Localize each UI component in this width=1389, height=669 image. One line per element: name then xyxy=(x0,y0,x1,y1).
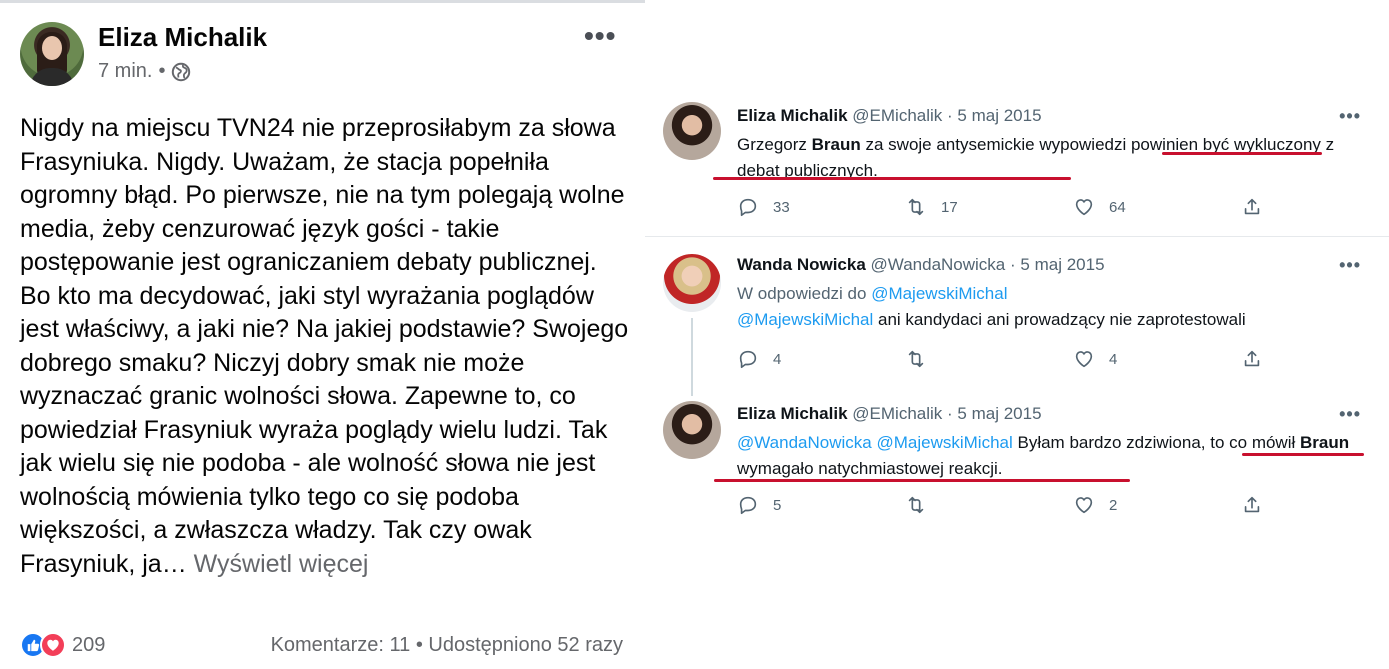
avatar[interactable] xyxy=(663,401,721,459)
post-stats: Komentarze: 11 • Udostępniono 52 razy xyxy=(271,634,623,657)
tweet-date[interactable]: 5 maj 2015 xyxy=(1020,255,1104,274)
tweet-header: Eliza Michalik @EMichalik · 5 maj 2015 xyxy=(737,404,1042,424)
heart-icon xyxy=(40,632,66,658)
tweet[interactable]: Wanda Nowicka @WandaNowicka · 5 maj 2015… xyxy=(645,237,1389,387)
reply-icon xyxy=(739,496,757,515)
like-button[interactable]: 4 xyxy=(1073,348,1117,370)
tweet-date[interactable]: 5 maj 2015 xyxy=(957,106,1041,125)
tweet-date[interactable]: 5 maj 2015 xyxy=(957,404,1041,423)
retweet-button[interactable]: 17 xyxy=(905,196,958,218)
shares-count[interactable]: Udostępniono 52 razy xyxy=(428,634,623,656)
tweet[interactable]: Eliza Michalik @EMichalik · 5 maj 2015 •… xyxy=(645,387,1389,537)
heart-outline-icon xyxy=(1075,199,1093,216)
display-name[interactable]: Eliza Michalik xyxy=(737,404,848,423)
handle[interactable]: @EMichalik xyxy=(852,106,942,125)
tweet-text-rest: ani kandydaci ani prowadzący nie zaprote… xyxy=(873,310,1246,329)
heart-outline-icon xyxy=(1075,497,1093,514)
facebook-post: Eliza Michalik 7 min. • ••• Nigdy na mie… xyxy=(0,0,645,669)
retweet-button[interactable] xyxy=(905,494,927,516)
more-horizontal-icon[interactable]: ••• xyxy=(1339,404,1361,425)
see-more-link[interactable]: Wyświetl więcej xyxy=(194,550,369,578)
heart-outline-icon xyxy=(1075,351,1093,368)
like-button[interactable]: 2 xyxy=(1073,494,1117,516)
tweet-header: Eliza Michalik @EMichalik · 5 maj 2015 xyxy=(737,106,1042,126)
twitter-thread: Eliza Michalik @EMichalik · 5 maj 2015 •… xyxy=(645,0,1389,669)
mention-link[interactable]: @WandaNowicka xyxy=(737,433,872,452)
mention-link[interactable]: @MajewskiMichal xyxy=(876,433,1012,452)
display-name[interactable]: Eliza Michalik xyxy=(737,106,848,125)
globe-icon[interactable] xyxy=(171,62,191,82)
dot-separator: · xyxy=(947,106,953,125)
reply-count: 4 xyxy=(773,350,782,368)
post-time[interactable]: 7 min. xyxy=(98,60,152,83)
tweet-text-bold: Braun xyxy=(1300,433,1350,452)
reply-button[interactable]: 5 xyxy=(737,494,781,516)
share-button[interactable] xyxy=(1241,196,1263,218)
reactions-count: 209 xyxy=(72,633,106,656)
tweet-actions: 33 17 64 xyxy=(737,196,1277,222)
tweet-text: W odpowiedzi do @MajewskiMichal @Majewsk… xyxy=(737,281,1367,333)
tweet-text: @WandaNowicka @MajewskiMichal Byłam bard… xyxy=(737,430,1367,482)
retweet-icon xyxy=(908,198,924,216)
tweet-header: Wanda Nowicka @WandaNowicka · 5 maj 2015 xyxy=(737,255,1105,275)
dot-separator: · xyxy=(947,404,953,423)
more-horizontal-icon[interactable]: ••• xyxy=(584,20,616,52)
retweet-icon xyxy=(908,350,924,368)
tweet-actions: 5 2 xyxy=(737,494,1277,520)
reply-to-handle[interactable]: @MajewskiMichal xyxy=(871,284,1007,303)
comments-count[interactable]: Komentarze: 11 xyxy=(271,634,411,656)
red-underline xyxy=(1162,152,1322,155)
share-icon xyxy=(1244,198,1260,215)
post-text: Nigdy na miejscu TVN24 nie przeprosiłaby… xyxy=(20,112,632,581)
handle[interactable]: @WandaNowicka xyxy=(871,255,1006,274)
display-name[interactable]: Wanda Nowicka xyxy=(737,255,866,274)
stats-separator: • xyxy=(415,634,423,656)
red-underline xyxy=(713,177,1071,180)
tweet-text-start: Byłam bardzo zdziwiona, to co mówił xyxy=(1012,433,1300,452)
tweet-text-rest: wymagało natychmiastowej reakcji. xyxy=(737,459,1003,478)
post-meta: 7 min. • xyxy=(98,60,191,83)
more-horizontal-icon[interactable]: ••• xyxy=(1339,255,1361,276)
share-button[interactable] xyxy=(1241,494,1263,516)
like-count: 64 xyxy=(1109,198,1126,216)
meta-separator: • xyxy=(158,60,166,82)
avatar[interactable] xyxy=(663,254,721,312)
reply-count: 5 xyxy=(773,496,782,514)
reactions-summary[interactable]: 209 xyxy=(20,632,105,658)
tweet-text-start: Grzegorz xyxy=(737,135,812,154)
red-underline xyxy=(714,479,1130,482)
reply-button[interactable]: 33 xyxy=(737,196,790,218)
retweet-icon xyxy=(908,496,924,514)
retweet-button[interactable] xyxy=(905,348,927,370)
reply-icon xyxy=(739,198,757,217)
avatar[interactable] xyxy=(663,102,721,160)
share-icon xyxy=(1244,350,1260,367)
dot-separator: · xyxy=(1010,255,1016,274)
tweet[interactable]: Eliza Michalik @EMichalik · 5 maj 2015 •… xyxy=(645,0,1389,236)
like-button[interactable]: 64 xyxy=(1073,196,1126,218)
top-divider xyxy=(0,0,645,3)
reply-count: 33 xyxy=(773,198,790,216)
mention-link[interactable]: @MajewskiMichal xyxy=(737,310,873,329)
post-body: Nigdy na miejscu TVN24 nie przeprosiłaby… xyxy=(20,114,629,578)
red-underline xyxy=(1242,453,1364,456)
share-button[interactable] xyxy=(1241,348,1263,370)
tweet-text-bold: Braun xyxy=(811,135,861,154)
more-horizontal-icon[interactable]: ••• xyxy=(1339,106,1361,127)
author-name[interactable]: Eliza Michalik xyxy=(98,22,267,53)
like-count: 4 xyxy=(1109,350,1118,368)
reply-icon xyxy=(739,350,757,369)
reply-to-label: W odpowiedzi do xyxy=(737,284,872,303)
reply-button[interactable]: 4 xyxy=(737,348,781,370)
like-count: 2 xyxy=(1109,496,1118,514)
reply-context: W odpowiedzi do @MajewskiMichal xyxy=(737,281,1367,307)
share-icon xyxy=(1244,496,1260,513)
handle[interactable]: @EMichalik xyxy=(852,404,942,423)
retweet-count: 17 xyxy=(941,198,958,216)
tweet-actions: 4 4 xyxy=(737,348,1277,374)
avatar[interactable] xyxy=(20,22,84,86)
